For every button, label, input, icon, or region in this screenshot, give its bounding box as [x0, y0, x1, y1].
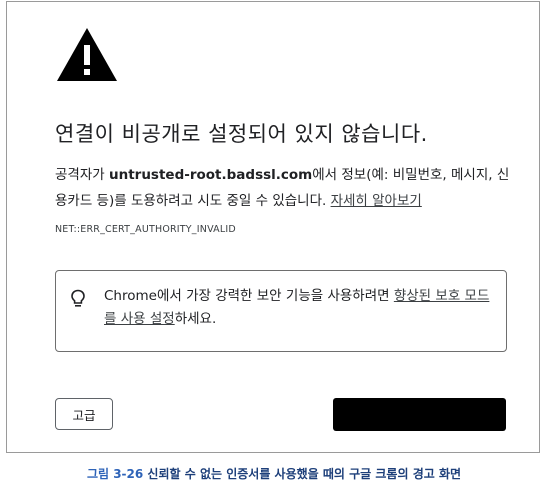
enhanced-protection-promo: Chrome에서 가장 강력한 보안 기능을 사용하려면 향상된 보호 모드를 …	[55, 270, 507, 352]
warning-exclamation-dot	[84, 69, 90, 75]
warning-description: 공격자가 untrusted-root.badssl.com에서 정보(예: 비…	[55, 162, 515, 214]
desc-domain: untrusted-root.badssl.com	[108, 167, 313, 183]
warning-exclamation-bar	[84, 45, 90, 65]
back-to-safety-button-redacted[interactable]	[333, 398, 506, 431]
caption-number: 그림 3-26	[86, 467, 144, 481]
page-title: 연결이 비공개로 설정되어 있지 않습니다.	[55, 122, 428, 146]
lightbulb-bulb	[71, 289, 85, 304]
caption-text: 신뢰할 수 없는 인증서를 사용했을 때의 구글 크롬의 경고 화면	[143, 467, 462, 481]
advanced-button[interactable]: 고급	[55, 398, 113, 430]
warning-triangle-icon	[57, 28, 117, 81]
lightbulb-icon	[71, 289, 85, 307]
interstitial-page: 연결이 비공개로 설정되어 있지 않습니다. 공격자가 untrusted-ro…	[6, 1, 540, 453]
promo-text: Chrome에서 가장 강력한 보안 기능을 사용하려면 향상된 보호 모드를 …	[104, 285, 499, 331]
learn-more-link[interactable]: 자세히 알아보기	[331, 193, 422, 209]
promo-suffix: 하세요.	[174, 311, 217, 327]
desc-prefix: 공격자가	[55, 167, 109, 183]
figure-caption: 그림 3-26 신뢰할 수 없는 인증서를 사용했을 때의 구글 크롬의 경고 …	[0, 465, 548, 482]
promo-prefix: Chrome에서 가장 강력한 보안 기능을 사용하려면	[104, 288, 394, 304]
error-code: NET::ERR_CERT_AUTHORITY_INVALID	[55, 224, 236, 235]
